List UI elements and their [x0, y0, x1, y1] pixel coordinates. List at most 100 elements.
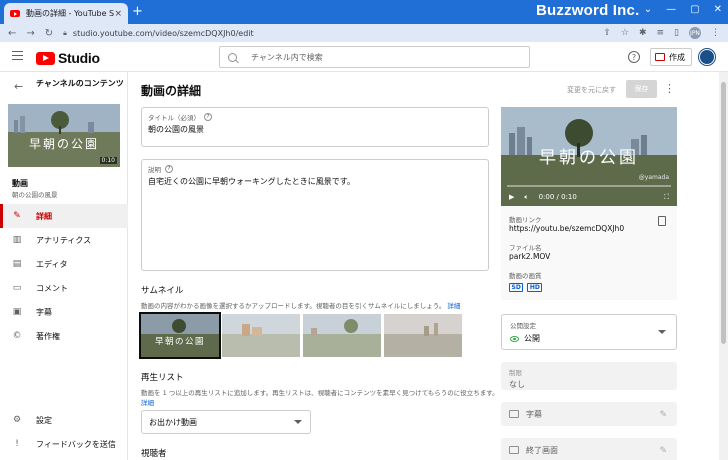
video-preview-player[interactable]: 早朝の公園 @yamada ▶ 🔈︎ 0:00 / 0:10 ⛶	[501, 107, 677, 206]
video-duration: 0:10	[99, 157, 117, 164]
end-screen-label: 終了画面	[526, 445, 558, 455]
park-scene-image	[384, 314, 462, 357]
filename-value: park2.MOV	[509, 252, 551, 261]
create-label: 作成	[669, 52, 685, 62]
browser-tab[interactable]: 動画の詳細 - YouTube Studio ×	[4, 3, 128, 24]
thumbnail-option-auto-1[interactable]	[222, 314, 300, 357]
sidebar-item-analytics[interactable]: ▥ アナリティクス	[0, 228, 128, 252]
help-circle-icon[interactable]: ?	[204, 113, 212, 121]
video-link[interactable]: https://youtu.be/szemcDQXJh0	[509, 224, 624, 233]
sidebar-item-editor[interactable]: ▤ エディタ	[0, 252, 128, 276]
fullscreen-icon[interactable]: ⛶	[664, 193, 669, 202]
profile-avatar[interactable]: JPN	[689, 27, 701, 39]
studio-logo[interactable]: Studio	[36, 50, 100, 66]
quality-badges: SD HD	[509, 283, 543, 292]
title-field[interactable]: タイトル（必須） ? 朝の公園の風景	[141, 107, 489, 147]
channel-content-title[interactable]: チャンネルのコンテンツ	[36, 78, 124, 89]
more-options-icon[interactable]: ⋮	[664, 82, 675, 95]
restrictions-box: 制限 なし	[501, 362, 677, 390]
browser-menu-icon[interactable]: ⋮	[711, 28, 720, 38]
thumbnail-option-auto-3[interactable]	[384, 314, 462, 357]
title-field-label: タイトル（必須）	[148, 114, 200, 122]
back-icon[interactable]: ←	[8, 28, 16, 39]
save-button[interactable]: 保存	[626, 80, 657, 98]
end-screen-row[interactable]: 終了画面 ✎	[501, 438, 677, 460]
create-button[interactable]: 作成	[650, 48, 692, 66]
brand-watermark: Buzzword Inc.	[536, 2, 640, 19]
title-field-value: 朝の公園の風景	[148, 125, 204, 134]
sidebar-item-label: 設定	[36, 415, 52, 425]
sidebar-item-copyright[interactable]: © 著作権	[0, 324, 128, 348]
feedback-icon: !	[15, 439, 19, 449]
subtitles-row[interactable]: 字幕 ✎	[501, 402, 677, 426]
help-circle-icon[interactable]: ?	[165, 165, 173, 173]
studio-logo-text: Studio	[58, 50, 100, 66]
channel-search-input[interactable]: チャンネル内で検索	[219, 46, 530, 68]
description-field[interactable]: 説明 ? 自宅近くの公園に早朝ウォーキングしたときに風景です。	[141, 159, 489, 271]
description-field-value: 自宅近くの公園に早朝ウォーキングしたときに風景です。	[148, 177, 355, 186]
copy-icon[interactable]	[658, 216, 666, 226]
sidebar-item-feedback[interactable]: ! フィードバックを送信	[0, 432, 128, 456]
chevron-down-icon[interactable]: ⌄	[644, 4, 652, 15]
back-arrow-icon[interactable]: ←	[14, 80, 23, 93]
help-icon[interactable]: ?	[628, 51, 640, 63]
sidebar-item-settings[interactable]: ⚙ 設定	[0, 408, 128, 432]
pencil-icon[interactable]: ✎	[659, 446, 667, 456]
lock-icon[interactable]: 🔒︎	[63, 29, 67, 38]
video-camera-icon	[655, 53, 665, 61]
reload-icon[interactable]: ↻	[45, 28, 53, 39]
bookmark-star-icon[interactable]: ☆	[621, 28, 629, 38]
sidebar-item-label: フィードバックを送信	[36, 439, 116, 449]
share-icon[interactable]: ⇪	[603, 28, 611, 38]
playlist-select[interactable]: お出かけ動画	[141, 410, 311, 434]
extensions-icon[interactable]: ✱	[639, 28, 647, 38]
studio-header: Studio チャンネル内で検索 ? 作成	[0, 42, 728, 72]
pencil-icon[interactable]: ✎	[659, 410, 667, 420]
thumbnail-option-custom[interactable]: 早朝の公園	[139, 312, 221, 359]
sidebar-bottom-nav: ⚙ 設定 ! フィードバックを送信	[0, 408, 128, 456]
visibility-select[interactable]: 公開設定 公開	[501, 314, 677, 350]
account-avatar[interactable]	[699, 49, 715, 65]
thumbnail-option-auto-2[interactable]	[303, 314, 381, 357]
thumbnail-learn-more-link[interactable]: 詳細	[447, 302, 460, 310]
sidebar-item-label: 著作権	[36, 331, 60, 341]
sidepanel-icon[interactable]: ▯	[674, 28, 679, 38]
video-info-panel: 動画リンク https://youtu.be/szemcDQXJh0 ファイル名…	[501, 206, 677, 300]
dropdown-caret-icon	[294, 420, 302, 424]
tab-close-icon[interactable]: ×	[114, 9, 122, 19]
video-name: 朝の公園の風景	[12, 191, 58, 199]
address-bar: ← → ↻ 🔒︎ studio.youtube.com/video/szemcD…	[0, 24, 728, 42]
forward-icon[interactable]: →	[26, 28, 34, 39]
close-icon[interactable]: ✕	[714, 4, 722, 15]
playlist-learn-more-link[interactable]: 詳細	[141, 399, 154, 407]
undo-changes-button[interactable]: 変更を元に戻す	[567, 85, 616, 95]
copyright-icon: ©	[12, 331, 22, 341]
page-scrollbar[interactable]	[719, 72, 728, 460]
hamburger-menu-icon[interactable]	[12, 51, 23, 60]
minimize-icon[interactable]: —	[666, 4, 676, 15]
maximize-icon[interactable]: ▢	[690, 4, 699, 15]
scrollbar-thumb[interactable]	[721, 82, 726, 344]
play-icon[interactable]: ▶	[509, 193, 514, 201]
playlist-section-desc: 動画を 1 つ以上の再生リストに追加します。再生リストは、視聴者にコンテンツを素…	[141, 387, 499, 397]
reading-list-icon[interactable]: ≡	[657, 28, 665, 38]
svg-text:早朝の公園: 早朝の公園	[155, 337, 205, 347]
end-screen-icon	[509, 446, 519, 454]
playlist-desc-text: 動画を 1 つ以上の再生リストに追加します。再生リストは、視聴者にコンテンツを素…	[141, 389, 499, 397]
sidebar-item-subtitles[interactable]: ▣ 字幕	[0, 300, 128, 324]
subtitles-icon	[509, 410, 519, 418]
video-thumbnail[interactable]: 早朝の公園 0:10	[8, 104, 120, 167]
youtube-favicon-icon	[10, 10, 20, 17]
sidebar-item-comments[interactable]: ▭ コメント	[0, 276, 128, 300]
video-progress-bar[interactable]	[507, 185, 671, 187]
thumbnail-section-title: サムネイル	[141, 286, 184, 296]
sidebar-item-details[interactable]: ✎ 詳細	[0, 204, 128, 228]
sidebar-item-label: 詳細	[36, 211, 52, 221]
playlist-section-title: 再生リスト	[141, 373, 184, 383]
sidebar-item-label: エディタ	[36, 259, 68, 269]
new-tab-button[interactable]: +	[132, 4, 143, 19]
url-field[interactable]: studio.youtube.com/video/szemcDQXJh0/edi…	[73, 29, 603, 38]
tab-title: 動画の詳細 - YouTube Studio	[26, 9, 115, 18]
volume-icon[interactable]: 🔈︎	[524, 193, 528, 202]
sidebar-nav: ✎ 詳細 ▥ アナリティクス ▤ エディタ ▭ コメント ▣ 字幕 © 著作権	[0, 204, 128, 348]
